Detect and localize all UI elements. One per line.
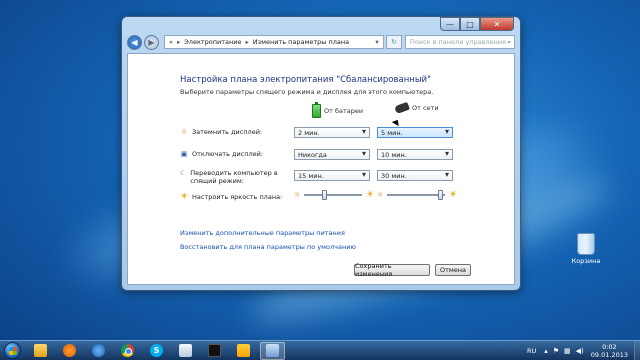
breadcrumb-separator-icon: ▸	[245, 38, 249, 46]
show-desktop-button[interactable]	[634, 340, 640, 360]
taskbar-media-player[interactable]	[86, 342, 111, 360]
battery-icon	[312, 102, 321, 118]
maximize-button[interactable]: □	[460, 17, 480, 31]
recycle-bin-icon	[577, 233, 595, 255]
page-title: Настройка плана электропитания "Сбаланси…	[180, 75, 431, 85]
taskbar-game[interactable]	[231, 342, 256, 360]
search-icon[interactable]: ⌕	[507, 38, 511, 47]
address-bar[interactable]: « ▸ Электропитание ▸ Изменить параметры …	[164, 35, 384, 49]
search-placeholder: Поиск в панели управления	[410, 38, 507, 46]
dim-sun-icon: ☼	[180, 128, 188, 136]
breadcrumb-edit-plan[interactable]: Изменить параметры плана	[253, 38, 349, 46]
bright-sun-icon: ☀	[365, 190, 374, 200]
chrome-icon	[121, 344, 134, 357]
taskbar-documents[interactable]	[173, 342, 198, 360]
cancel-button[interactable]: Отмена	[435, 264, 471, 276]
sleep-row: ☾ Переводить компьютер в спящий режим:	[180, 169, 288, 185]
brightness-ac-slider[interactable]: ☼ ☀	[377, 190, 457, 200]
dim-display-battery-select[interactable]: 2 мин.	[294, 127, 370, 138]
slider-thumb[interactable]	[321, 190, 327, 200]
taskbar-folder[interactable]	[28, 342, 53, 360]
windows-media-player-icon	[92, 344, 105, 357]
taskbar-skype[interactable]: S	[144, 342, 169, 360]
advanced-settings-link[interactable]: Изменить дополнительные параметры питани…	[180, 229, 345, 237]
clock[interactable]: 0:02 09.01.2013	[591, 343, 628, 359]
forward-button[interactable]: ▶	[144, 34, 159, 50]
navigation-bar: ◀ ▶ « ▸ Электропитание ▸ Изменить параме…	[127, 33, 515, 51]
bright-sun-icon: ☀	[448, 190, 457, 200]
control-panel-icon	[266, 344, 279, 357]
monitor-icon: ▣	[180, 150, 188, 158]
taskbar-control-panel[interactable]	[260, 341, 285, 360]
brightness-sun-icon: ☀	[179, 192, 189, 202]
sleep-moon-icon: ☾	[180, 169, 187, 177]
content-pane: Настройка плана электропитания "Сбаланси…	[127, 53, 515, 285]
column-header-battery: От батареи	[312, 102, 364, 118]
restore-defaults-link[interactable]: Восстановить для плана параметры по умол…	[180, 243, 356, 251]
sleep-battery-select[interactable]: 15 мин.	[294, 170, 370, 181]
close-button[interactable]: ✕	[480, 17, 514, 31]
turn-off-display-label: Отключать дисплей:	[192, 150, 264, 158]
breadcrumb-prefix: «	[169, 38, 173, 46]
language-indicator[interactable]: RU	[527, 347, 536, 355]
turn-off-display-battery-select[interactable]: Никогда	[294, 149, 370, 160]
refresh-button[interactable]: ↻	[386, 35, 402, 49]
slider-track[interactable]	[387, 190, 445, 200]
address-dropdown-icon[interactable]: ▾	[371, 38, 383, 46]
clock-time: 0:02	[602, 342, 617, 351]
turn-off-display-row: ▣ Отключать дисплей:	[180, 150, 263, 158]
brightness-battery-slider[interactable]: ☼ ☀	[294, 190, 374, 200]
page-subtitle: Выберите параметры спящего режима и дисп…	[180, 88, 434, 96]
clock-date: 09.01.2013	[590, 350, 628, 359]
breadcrumb-power-options[interactable]: Электропитание	[184, 38, 241, 46]
media-center-icon	[63, 344, 76, 357]
search-input[interactable]: Поиск в панели управления ⌕	[405, 35, 515, 49]
column-header-ac-label: От сети	[412, 104, 439, 112]
start-button[interactable]	[0, 341, 24, 360]
dim-display-ac-select[interactable]: 5 мин.	[377, 127, 453, 138]
save-changes-button[interactable]: Сохранить изменения	[354, 262, 430, 278]
dim-display-row: ☼ Затемнить дисплей:	[180, 128, 262, 136]
network-icon[interactable]: ▦	[564, 347, 571, 355]
volume-icon[interactable]: ◀)	[576, 347, 584, 355]
plug-icon	[394, 101, 410, 115]
slider-thumb[interactable]	[438, 190, 444, 200]
folder-icon	[34, 344, 47, 357]
column-header-ac: От сети	[394, 101, 439, 115]
dim-display-label: Затемнить дисплей:	[192, 128, 263, 136]
dim-sun-icon: ☼	[294, 191, 301, 199]
taskbar-chrome[interactable]	[115, 342, 140, 360]
turn-off-display-ac-select[interactable]: 10 мин.	[377, 149, 453, 160]
documents-icon	[179, 344, 192, 357]
control-panel-window: — □ ✕ ◀ ▶ « ▸ Электропитание ▸ Изменить …	[121, 16, 521, 291]
brightness-row: ☀ Настроить яркость плана:	[179, 192, 283, 202]
sleep-label: Переводить компьютер в спящий режим:	[190, 169, 278, 185]
skype-icon: S	[150, 344, 163, 357]
taskbar-cmd[interactable]	[202, 342, 227, 360]
minimize-button[interactable]: —	[440, 17, 460, 31]
system-tray: RU ▴ ⚑ ▦ ◀) 0:02 09.01.2013	[527, 340, 640, 360]
brightness-label: Настроить яркость плана:	[192, 193, 283, 201]
flag-icon[interactable]: ⚑	[553, 347, 559, 355]
breadcrumb-separator-icon: ▸	[176, 38, 181, 46]
back-button[interactable]: ◀	[127, 34, 142, 50]
recycle-bin-label: Корзина	[571, 257, 601, 265]
slider-track[interactable]	[304, 190, 362, 200]
game-icon	[237, 344, 250, 357]
tray-expand-icon[interactable]: ▴	[544, 347, 548, 355]
column-header-battery-label: От батареи	[324, 107, 364, 115]
command-prompt-icon	[208, 344, 221, 357]
dim-sun-icon: ☼	[377, 191, 384, 199]
windows-orb-icon	[3, 342, 21, 359]
taskbar-media-center[interactable]	[57, 342, 82, 360]
taskbar: S RU ▴ ⚑ ▦ ◀) 0:02 09.01.2013	[0, 340, 640, 360]
sleep-ac-select[interactable]: 30 мин.	[377, 170, 453, 181]
title-buttons: — □ ✕	[440, 17, 514, 31]
recycle-bin[interactable]: Корзина	[566, 233, 606, 265]
